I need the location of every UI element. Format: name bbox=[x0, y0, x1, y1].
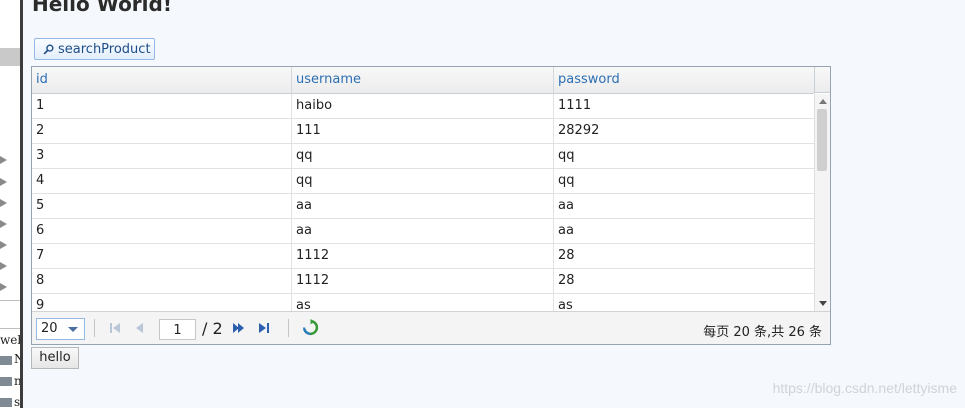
scroll-up-icon[interactable] bbox=[819, 99, 827, 104]
scroll-down-icon[interactable] bbox=[819, 301, 827, 306]
pager-separator bbox=[288, 319, 289, 337]
grid-header-filler bbox=[814, 67, 830, 93]
main-panel: Hello World! searchProduct id username p… bbox=[23, 0, 965, 408]
grid-body: 1 haibo 1111 2 111 28292 3 qq qq 4 qq qq… bbox=[32, 94, 814, 311]
cell-id: 1 bbox=[32, 94, 292, 119]
table-row[interactable]: 6 aa aa bbox=[32, 219, 814, 244]
cell-password: 1111 bbox=[558, 98, 592, 113]
background-window: web N n s bbox=[0, 0, 22, 408]
background-band bbox=[0, 48, 22, 66]
table-row[interactable]: 9 as as bbox=[32, 294, 814, 311]
cell-id: 6 bbox=[32, 219, 292, 244]
refresh-icon[interactable] bbox=[302, 319, 319, 336]
table-row[interactable]: 8 1112 28 bbox=[32, 269, 814, 294]
search-icon bbox=[43, 44, 54, 54]
cell-id: 5 bbox=[32, 194, 292, 219]
cell-password: 28292 bbox=[558, 123, 600, 138]
total-pages: / 2 bbox=[202, 319, 223, 338]
background-fragment: web bbox=[0, 333, 22, 347]
folder-icon bbox=[0, 398, 12, 407]
tree-arrow-icon bbox=[0, 220, 7, 228]
cell-id: 8 bbox=[32, 269, 292, 294]
table-row[interactable]: 2 111 28292 bbox=[32, 119, 814, 144]
cell-password: 28 bbox=[558, 248, 575, 263]
cell-username: 1112 bbox=[292, 269, 554, 294]
last-page-icon[interactable] bbox=[256, 321, 272, 335]
cell-username: as bbox=[292, 294, 554, 311]
search-product-button[interactable]: searchProduct bbox=[34, 38, 155, 60]
product-datagrid: id username password 1 haibo 1111 2 111 … bbox=[31, 66, 831, 345]
search-product-label: searchProduct bbox=[58, 41, 151, 57]
tree-arrow-icon bbox=[0, 178, 7, 186]
pager-separator bbox=[94, 319, 95, 337]
background-divider bbox=[0, 328, 20, 329]
table-row[interactable]: 1 haibo 1111 bbox=[32, 94, 814, 119]
column-header-username[interactable]: username bbox=[292, 67, 554, 93]
folder-icon bbox=[0, 377, 12, 386]
grid-header: id username password bbox=[32, 67, 814, 94]
column-header-id[interactable]: id bbox=[32, 67, 292, 93]
previous-page-icon[interactable] bbox=[132, 321, 148, 335]
table-row[interactable]: 3 qq qq bbox=[32, 144, 814, 169]
pagination-info: 每页 20 条,共 26 条 bbox=[703, 325, 822, 340]
cell-id: 4 bbox=[32, 169, 292, 194]
cell-username: aa bbox=[292, 194, 554, 219]
cell-id: 2 bbox=[32, 119, 292, 144]
page-size-value: 20 bbox=[41, 321, 58, 336]
cell-id: 9 bbox=[32, 294, 292, 311]
cell-password: as bbox=[558, 298, 573, 311]
watermark: https://blog.csdn.net/lettyisme bbox=[772, 380, 957, 396]
hello-button[interactable]: hello bbox=[31, 347, 79, 369]
page-title: Hello World! bbox=[32, 0, 172, 16]
table-row[interactable]: 7 1112 28 bbox=[32, 244, 814, 269]
cell-password: 28 bbox=[558, 273, 575, 288]
folder-icon bbox=[0, 356, 12, 365]
tree-arrow-icon bbox=[0, 156, 7, 164]
cell-username: haibo bbox=[292, 94, 554, 119]
cell-username: qq bbox=[292, 144, 554, 169]
cell-username: 111 bbox=[292, 119, 554, 144]
tree-arrow-icon bbox=[0, 262, 7, 270]
cell-password: aa bbox=[558, 223, 574, 238]
tree-arrow-icon bbox=[0, 241, 7, 249]
tree-arrow-icon bbox=[0, 283, 7, 291]
next-page-icon[interactable] bbox=[230, 321, 246, 335]
cell-password: qq bbox=[558, 173, 575, 188]
cell-password: aa bbox=[558, 198, 574, 213]
cell-id: 3 bbox=[32, 144, 292, 169]
background-divider bbox=[0, 300, 20, 301]
table-row[interactable]: 5 aa aa bbox=[32, 194, 814, 219]
column-header-password[interactable]: password bbox=[554, 67, 814, 93]
table-row[interactable]: 4 qq qq bbox=[32, 169, 814, 194]
first-page-icon[interactable] bbox=[108, 321, 124, 335]
cell-username: aa bbox=[292, 219, 554, 244]
page-size-select[interactable]: 20 bbox=[36, 318, 85, 340]
vertical-scrollbar[interactable] bbox=[814, 94, 830, 311]
chevron-down-icon bbox=[68, 327, 78, 332]
pagination-bar: 20 1 / 2 每页 20 条,共 26 条 bbox=[32, 311, 830, 344]
current-page-input[interactable]: 1 bbox=[159, 319, 196, 340]
cell-password: qq bbox=[558, 148, 575, 163]
cell-username: 1112 bbox=[292, 244, 554, 269]
cell-id: 7 bbox=[32, 244, 292, 269]
cell-username: qq bbox=[292, 169, 554, 194]
tree-arrow-icon bbox=[0, 199, 7, 207]
scroll-thumb[interactable] bbox=[817, 109, 827, 171]
